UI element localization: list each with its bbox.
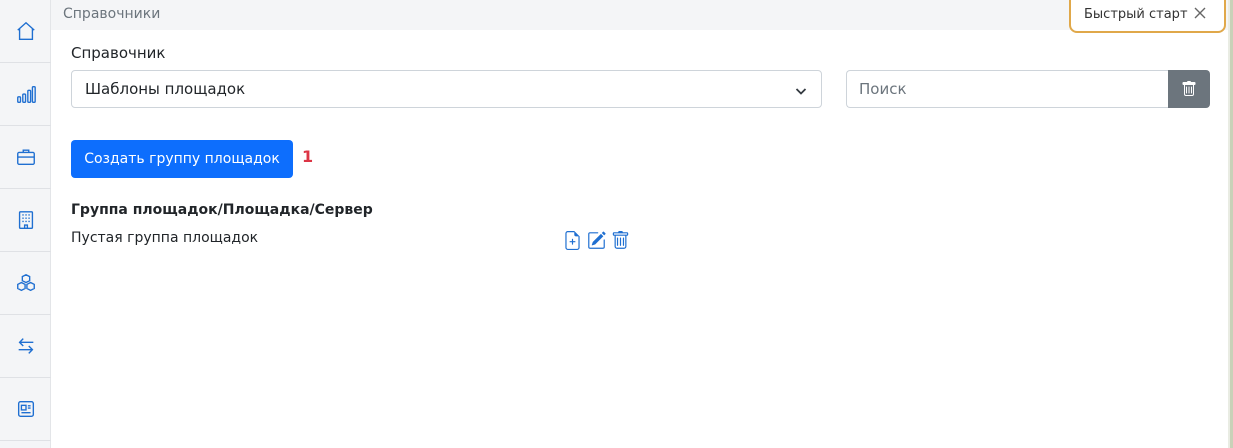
arrows-exchange-icon xyxy=(18,338,33,354)
sidebar-item-portfolio[interactable] xyxy=(0,126,51,189)
id-card-icon xyxy=(17,400,34,418)
sidebar-item-transfers[interactable] xyxy=(0,315,51,378)
row-actions xyxy=(563,231,630,250)
page-header: Справочники xyxy=(51,0,1228,30)
sidebar-item-buildings[interactable] xyxy=(0,189,51,252)
page-title: Справочники xyxy=(63,6,161,22)
clear-search-button[interactable] xyxy=(1168,70,1210,108)
quick-start-panel[interactable]: Быстрый старт xyxy=(1069,0,1226,33)
sidebar-item-analytics[interactable] xyxy=(0,63,51,126)
search-input[interactable] xyxy=(846,70,1169,108)
directory-label: Справочник xyxy=(71,44,166,62)
list-item[interactable]: Пустая группа площадок xyxy=(71,230,258,246)
left-sidebar xyxy=(0,0,51,448)
briefcase-icon xyxy=(16,149,35,166)
annotation-marker: 1 xyxy=(302,147,314,166)
right-edge-strip xyxy=(1228,0,1233,448)
add-file-icon[interactable] xyxy=(563,231,582,250)
delete-icon[interactable] xyxy=(611,231,630,250)
trash-icon xyxy=(1182,81,1196,96)
bar-chart-icon xyxy=(16,85,36,103)
directory-select[interactable]: Шаблоны площадок xyxy=(71,70,822,108)
chevron-down-icon xyxy=(795,83,807,95)
directory-select-value: Шаблоны площадок xyxy=(85,80,246,98)
sidebar-item-modules[interactable] xyxy=(0,252,51,315)
close-icon[interactable] xyxy=(1193,6,1207,20)
cubes-icon xyxy=(16,273,35,292)
sidebar-item-home[interactable] xyxy=(0,0,51,63)
tree-header: Группа площадок/Площадка/Сервер xyxy=(71,202,373,218)
building-icon xyxy=(18,211,33,229)
edit-icon[interactable] xyxy=(587,231,606,250)
create-site-group-button[interactable]: Создать группу площадок xyxy=(71,140,293,178)
quick-start-label: Быстрый старт xyxy=(1084,7,1188,22)
home-icon xyxy=(16,21,35,40)
sidebar-item-directories[interactable] xyxy=(0,378,51,441)
